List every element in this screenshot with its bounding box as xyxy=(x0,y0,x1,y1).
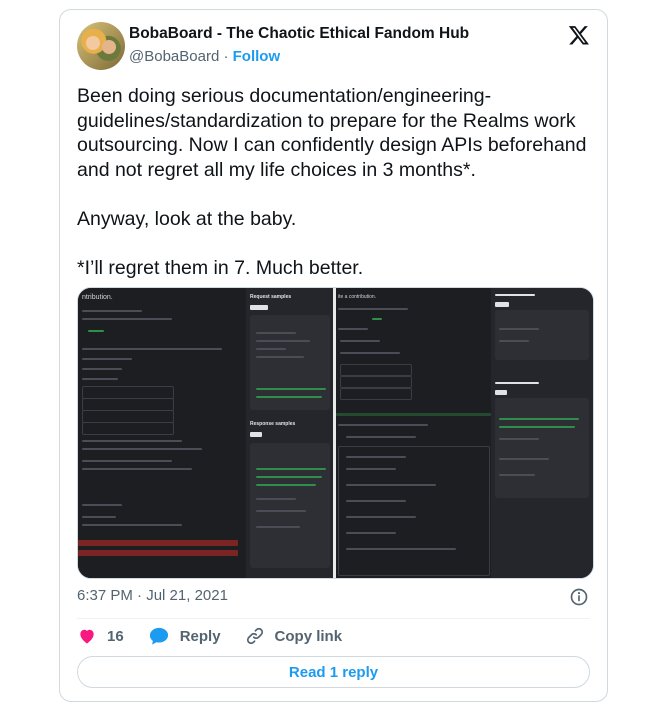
info-icon[interactable] xyxy=(569,587,589,607)
author-display-name[interactable]: BobaBoard - The Chaotic Ethical Fandom H… xyxy=(129,25,469,43)
actions-divider xyxy=(77,618,590,619)
avatar-face-right xyxy=(102,40,116,54)
docs-right-pane: ite a contribution. xyxy=(336,288,491,578)
tweet-timestamp[interactable]: 6:37 PM · Jul 21, 2021 xyxy=(77,587,228,604)
avatar-face-left xyxy=(86,36,100,50)
tweet-header: BobaBoard - The Chaotic Ethical Fandom H… xyxy=(77,22,590,72)
tweet-text: Been doing serious documentation/enginee… xyxy=(77,85,587,279)
tweet-card: BobaBoard - The Chaotic Ethical Fandom H… xyxy=(59,9,608,702)
heart-icon xyxy=(80,629,94,644)
docs-right-heading: ite a contribution. xyxy=(338,294,377,300)
tweet-actions: 16 Reply Copy link xyxy=(77,624,366,648)
timestamp-separator: · xyxy=(137,587,143,604)
media-image[interactable]: ntribution. Request samples Response sam… xyxy=(77,287,594,579)
request-samples-heading: Request samples xyxy=(250,294,292,300)
handle-separator: · xyxy=(223,48,229,65)
author-handle[interactable]: @BobaBoard xyxy=(129,48,219,65)
copy-link-label: Copy link xyxy=(274,627,343,645)
like-count: 16 xyxy=(107,627,124,645)
read-replies-button[interactable]: Read 1 reply xyxy=(77,656,590,688)
docs-left-heading: ntribution. xyxy=(82,294,113,301)
speech-bubble-icon xyxy=(149,627,168,645)
response-samples-heading: Response samples xyxy=(250,421,296,427)
follow-button[interactable]: Follow xyxy=(233,48,281,65)
author-handle-row: @BobaBoard · Follow xyxy=(129,48,280,65)
link-icon xyxy=(246,627,263,645)
author-avatar[interactable] xyxy=(77,22,125,70)
docs-samples-pane: Request samples Response samples xyxy=(246,288,333,578)
docs-left-pane: ntribution. xyxy=(78,288,246,578)
copy-link-button[interactable]: Copy link xyxy=(245,626,343,646)
x-logo-icon[interactable] xyxy=(568,24,590,46)
like-button[interactable]: 16 xyxy=(77,626,124,646)
tweet-time: 6:37 PM xyxy=(77,587,133,604)
reply-label: Reply xyxy=(179,627,221,645)
tweet-date: Jul 21, 2021 xyxy=(146,587,228,604)
reply-button[interactable]: Reply xyxy=(148,626,221,646)
docs-right-samples-pane xyxy=(491,288,593,578)
